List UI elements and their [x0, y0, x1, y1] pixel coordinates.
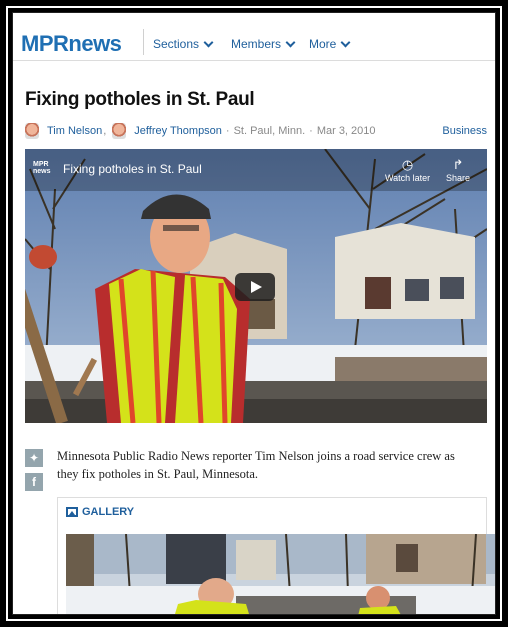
nav-sections-label: Sections — [153, 37, 200, 51]
author-link-2[interactable]: Jeffrey Thompson — [134, 125, 222, 137]
nav-more-label: More — [309, 37, 337, 51]
header-divider — [143, 29, 144, 55]
video-player[interactable]: MPR news Fixing potholes in St. Paul ◷ W… — [25, 149, 487, 423]
gallery-section: GALLERY — [57, 497, 495, 614]
nav-members-label: Members — [231, 37, 282, 51]
watch-later-button[interactable]: ◷ Watch later — [385, 157, 430, 183]
video-caption: Minnesota Public Radio News reporter Tim… — [57, 449, 455, 481]
video-channel-logo[interactable]: MPR news — [33, 161, 55, 175]
share-arrow-icon: ↱ — [452, 157, 464, 172]
article-date: Mar 3, 2010 — [316, 125, 376, 137]
facebook-icon: f — [32, 475, 36, 489]
twitter-share-button[interactable]: ✦ — [25, 449, 43, 467]
logo-news-text: news — [68, 31, 122, 56]
chevron-down-icon — [203, 37, 214, 47]
category-link[interactable]: Business — [442, 125, 487, 137]
nav-members[interactable]: Members — [231, 37, 296, 51]
gallery-image — [66, 534, 495, 614]
twitter-icon: ✦ — [28, 451, 40, 465]
facebook-share-button[interactable]: f — [25, 473, 43, 491]
logo-mpr-text: MPR — [21, 31, 69, 56]
gallery-heading-label: GALLERY — [82, 506, 135, 518]
gallery-heading[interactable]: GALLERY — [66, 506, 134, 518]
video-title[interactable]: Fixing potholes in St. Paul — [63, 162, 202, 176]
author-separator: , — [103, 125, 107, 137]
play-button[interactable] — [235, 273, 275, 301]
author-link-1[interactable]: Tim Nelson — [47, 125, 102, 137]
image-icon — [66, 507, 78, 517]
gallery-photo[interactable] — [66, 534, 495, 614]
site-header: MPRnews Sections Members More — [13, 13, 495, 61]
chevron-down-icon — [285, 37, 296, 47]
video-share-button[interactable]: ↱ Share — [446, 157, 470, 183]
byline-dot: · — [309, 125, 313, 137]
watch-later-label: Watch later — [385, 173, 431, 183]
author-avatar[interactable] — [112, 123, 127, 139]
clock-icon: ◷ — [401, 157, 414, 172]
nav-sections[interactable]: Sections — [153, 37, 214, 51]
video-logo-bottom: news — [33, 168, 51, 175]
author-avatar[interactable] — [25, 123, 39, 139]
chevron-down-icon — [340, 37, 351, 47]
nav-more[interactable]: More — [309, 37, 351, 51]
article-title: Fixing potholes in St. Paul — [25, 89, 255, 110]
article-page: MPRnews Sections Members More Fixing pot… — [12, 12, 496, 615]
byline: Tim Nelson , Jeffrey Thompson · St. Paul… — [25, 120, 491, 142]
article-location: St. Paul, Minn. — [233, 125, 306, 137]
byline-dot: · — [225, 125, 230, 137]
video-logo-top: MPR — [33, 161, 49, 168]
video-share-label: Share — [446, 173, 471, 183]
mpr-news-logo[interactable]: MPRnews — [21, 31, 122, 56]
